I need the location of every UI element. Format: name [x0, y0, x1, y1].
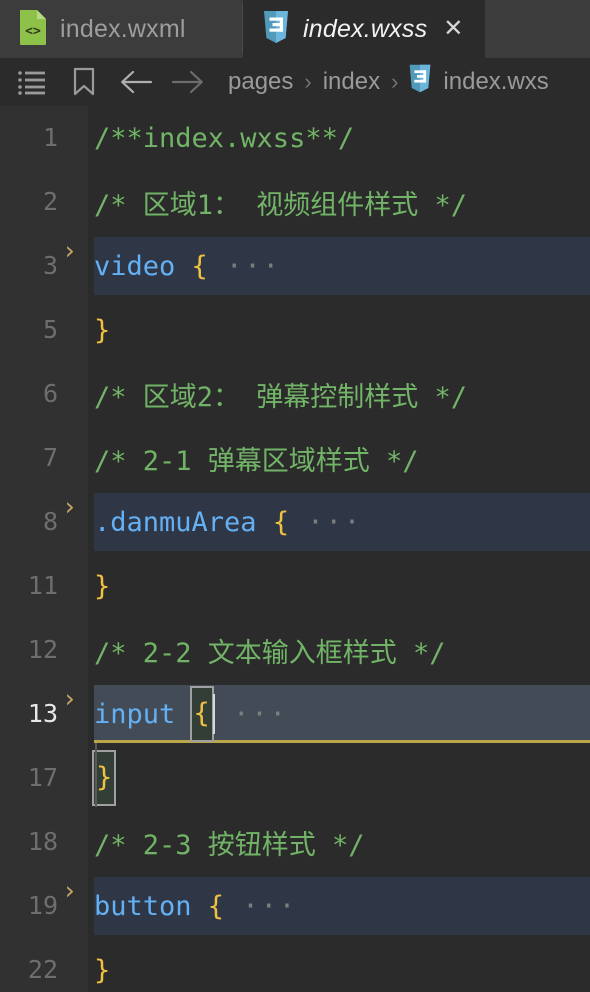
tab-label: index.wxml: [60, 14, 186, 43]
breadcrumb-item-index[interactable]: index: [321, 68, 382, 96]
selector-token: button: [94, 890, 208, 922]
selector-token: .danmuArea: [94, 506, 273, 538]
comment-token: /* 2-1 弹幕区域样式 */: [94, 445, 419, 477]
tab-index-wxss[interactable]: index.wxss ✕: [243, 0, 485, 58]
selector-token: input: [94, 698, 192, 730]
brace-token: }: [94, 570, 111, 602]
tab-bar-empty-space: [485, 0, 590, 58]
brace-token: }: [94, 314, 111, 346]
line-number: 13: [27, 699, 58, 728]
brace-token: {: [191, 250, 208, 282]
brace-token: }: [94, 954, 111, 986]
code-text: /* 2-3 按钮样式 */: [94, 810, 590, 874]
breadcrumb: pages › index › index.wxs: [226, 63, 549, 101]
line-number: 18: [27, 827, 58, 856]
code-text: /**index.wxss**/: [94, 106, 590, 170]
fold-chevron-icon[interactable]: ›: [62, 684, 77, 714]
close-icon[interactable]: ✕: [443, 17, 463, 41]
fold-chevron-icon[interactable]: ›: [62, 236, 77, 266]
folded-content-ellipsis: ···: [289, 506, 363, 538]
code-line[interactable]: 3 › video { ···: [0, 234, 590, 298]
code-text: /* 区域2： 弹幕控制样式 */: [94, 362, 590, 426]
wxml-file-icon: <>: [18, 9, 48, 50]
code-text: /* 区域1： 视频组件样式 */: [94, 170, 590, 234]
folded-content-ellipsis: ···: [224, 890, 298, 922]
comment-token: /* 区域2： 弹幕控制样式 */: [94, 381, 468, 413]
indent-guide: [95, 743, 97, 807]
code-line[interactable]: 12 /* 2-2 文本输入框样式 */: [0, 618, 590, 682]
line-number: 11: [27, 571, 58, 600]
line-number: 7: [42, 443, 58, 472]
forward-arrow-icon[interactable]: [162, 58, 214, 106]
fold-chevron-icon[interactable]: ›: [62, 876, 77, 906]
editor-window: <> index.wxml index.wxss ✕ pages › index…: [0, 0, 590, 992]
wxss-file-icon: [261, 9, 291, 50]
code-line[interactable]: 13 › input { ···: [0, 682, 590, 746]
brace-token: {: [272, 506, 290, 538]
fold-chevron-icon[interactable]: ›: [62, 492, 77, 522]
code-text: /* 2-1 弹幕区域样式 */: [94, 426, 590, 490]
code-line[interactable]: 17}: [0, 746, 590, 810]
code-editor[interactable]: 1/**index.wxss**/2/* 区域1： 视频组件样式 */3 › vid…: [0, 106, 590, 992]
folded-content-ellipsis: ···: [207, 250, 281, 282]
back-arrow-icon[interactable]: [110, 58, 162, 106]
breadcrumb-file-label: index.wxs: [443, 68, 549, 95]
line-number: 3: [42, 251, 58, 280]
breadcrumb-item-pages[interactable]: pages: [226, 68, 295, 96]
folded-content-ellipsis: ···: [214, 698, 288, 730]
comment-token: /* 2-2 文本输入框样式 */: [94, 637, 446, 669]
code-line[interactable]: 8 › .danmuArea { ···: [0, 490, 590, 554]
selector-token: video: [94, 250, 192, 282]
line-number: 19: [27, 891, 58, 920]
code-text: video { ···: [94, 234, 590, 298]
tab-label: index.wxss: [303, 14, 428, 43]
code-text: .danmuArea { ···: [94, 490, 590, 554]
code-line[interactable]: 1 /**index.wxss**/: [0, 106, 590, 170]
chevron-right-icon: ›: [304, 69, 312, 94]
line-number: 5: [42, 315, 58, 344]
code-line[interactable]: 5}: [0, 298, 590, 362]
code-line[interactable]: 18 /* 2-3 按钮样式 */: [0, 810, 590, 874]
line-number: 17: [27, 763, 58, 792]
line-number: 12: [27, 635, 58, 664]
code-line[interactable]: 7 /* 2-1 弹幕区域样式 */: [0, 426, 590, 490]
code-text: input { ···: [94, 682, 590, 746]
tab-index-wxml[interactable]: <> index.wxml: [0, 0, 243, 58]
code-text: button { ···: [94, 874, 590, 938]
comment-token: /* 区域1： 视频组件样式 */: [94, 189, 468, 221]
comment-token: /* 2-3 按钮样式 */: [94, 829, 365, 861]
code-text: }: [92, 746, 590, 810]
svg-text:<>: <>: [25, 24, 41, 39]
code-line[interactable]: 22}: [0, 938, 590, 992]
comment-token: /**index.wxss**/: [94, 122, 355, 154]
code-text: /* 2-2 文本输入框样式 */: [94, 618, 590, 682]
bookmark-icon[interactable]: [58, 58, 110, 106]
wxss-file-icon: [407, 63, 433, 101]
line-number: 8: [42, 507, 58, 536]
code-text: }: [94, 938, 590, 992]
line-number: 1: [42, 123, 58, 152]
code-line[interactable]: 2 /* 区域1： 视频组件样式 */: [0, 170, 590, 234]
code-text: }: [94, 554, 590, 618]
matching-bracket: {: [189, 686, 214, 742]
code-lines: 1/**index.wxss**/2/* 区域1： 视频组件样式 */3 › vid…: [0, 106, 590, 992]
breadcrumb-item-file[interactable]: index.wxs: [407, 63, 549, 101]
line-number: 2: [42, 187, 58, 216]
code-line[interactable]: 11}: [0, 554, 590, 618]
editor-tab-bar: <> index.wxml index.wxss ✕: [0, 0, 590, 58]
line-number: 22: [27, 955, 58, 984]
outline-icon[interactable]: [6, 58, 58, 106]
breadcrumb-bar: pages › index › index.wxs: [0, 58, 590, 106]
chevron-right-icon: ›: [391, 69, 399, 94]
code-text: }: [94, 298, 590, 362]
line-number: 6: [42, 379, 58, 408]
brace-token: {: [207, 890, 225, 922]
code-line[interactable]: 6 /* 区域2： 弹幕控制样式 */: [0, 362, 590, 426]
code-line[interactable]: 19 › button { ···: [0, 874, 590, 938]
